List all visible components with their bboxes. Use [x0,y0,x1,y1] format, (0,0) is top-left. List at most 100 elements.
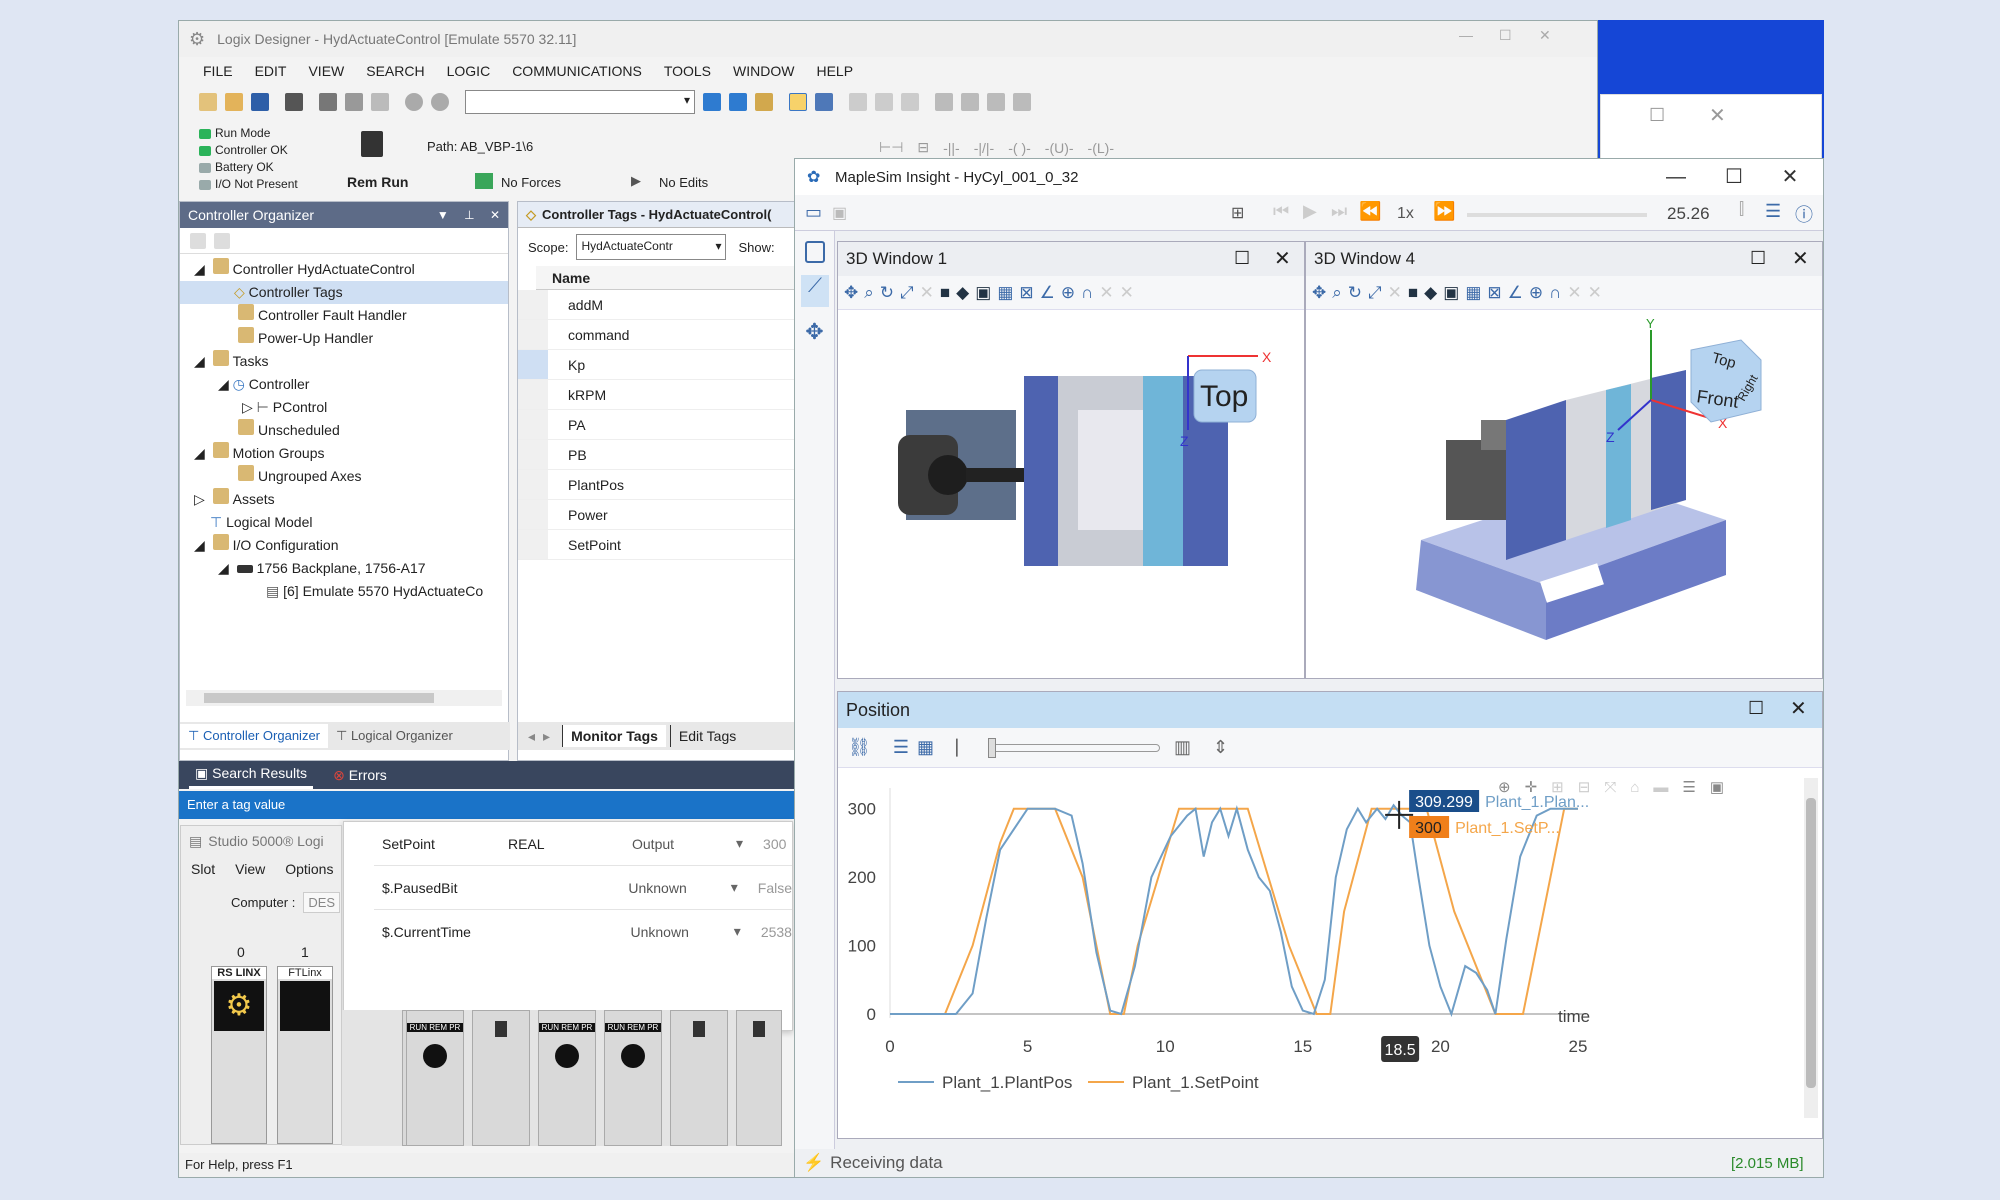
tree-item-powerup-handler[interactable]: Power-Up Handler [180,327,508,350]
menu-logic[interactable]: LOGIC [447,63,491,79]
save-disk-icon[interactable]: ▣ [832,203,847,223]
organizer-tool1-icon[interactable] [190,232,206,249]
tree-item-pcontrol[interactable]: ▷ ⊢ PControl [180,396,508,419]
tag-row[interactable]: kRPM [518,380,806,410]
3d-scene-iso-view[interactable]: Y X Z Top Front Right [1306,310,1822,678]
table-view-icon[interactable]: ▦ [917,737,934,758]
tab-scroll-right-icon[interactable]: ▸ [543,728,550,745]
tree-item-tasks[interactable]: ◢ Tasks [180,350,508,373]
menu-search[interactable]: SEARCH [366,63,424,79]
organizer-hscrollbar[interactable] [186,690,502,706]
logix-maximize-button[interactable]: ☐ [1499,27,1512,44]
skip-end-icon[interactable]: ⏭ [1331,201,1347,222]
keyswitch-icon[interactable] [423,1044,447,1068]
skip-start-icon[interactable]: ⏮ [1273,201,1289,222]
tree-item-controller-task[interactable]: ◢ ◷ Controller [180,373,508,396]
view-icon[interactable]: ▣ [1443,283,1459,303]
step-icon[interactable]: ⏩ [1433,201,1455,222]
tree-item-assets[interactable]: ▷ Assets [180,488,508,511]
position-chart[interactable]: 0 100 200 300 0 5 10 15 20 25 time Plant_1.PlantPos… [838,768,1822,1138]
axis-icon[interactable]: ∠ [1508,283,1523,303]
keyswitch-icon[interactable] [555,1044,579,1068]
chassis-slot[interactable] [736,1010,782,1146]
tree-item-fault-handler[interactable]: Controller Fault Handler [180,304,508,327]
module2-icon[interactable] [987,93,1005,111]
network-icon[interactable]: ⊞ [1231,203,1244,223]
cube-icon[interactable]: ■ [1408,283,1418,303]
rotate-icon[interactable]: ↻ [880,283,894,303]
organizer-pin-icon[interactable]: ⊥ [464,208,474,222]
3d-window-1-close-button[interactable]: ✕ [1274,246,1291,271]
tag-row[interactable]: addM [518,290,806,320]
keyswitch-icon[interactable] [621,1044,645,1068]
plot-vscroll-thumb[interactable] [1806,798,1816,1088]
tab-controller-organizer[interactable]: ⊤ Controller Organizer [180,724,328,748]
print-icon[interactable] [285,93,303,111]
tv-value[interactable]: 2538 [741,924,792,940]
tv-usage[interactable]: Unknown [618,880,730,896]
cursor-icon[interactable]: ⎸ [956,737,974,758]
tree-item-ungrouped-axes[interactable]: Ungrouped Axes [180,465,508,488]
range-slider[interactable] [988,737,1161,758]
shade-icon[interactable]: ◆ [956,283,969,303]
menu-help[interactable]: HELP [816,63,853,79]
menu-tools[interactable]: TOOLS [664,63,711,79]
end-marker-icon[interactable]: ▥ [1174,737,1191,758]
copy-icon[interactable] [345,93,363,111]
save-icon[interactable] [251,93,269,111]
3d-window-4-maximize-button[interactable]: ☐ [1750,248,1766,269]
tab-scroll-left-icon[interactable]: ◂ [528,728,535,745]
chassis-module[interactable]: RUN REM PR [406,1010,464,1146]
tv-value[interactable]: False [738,880,792,896]
pan-icon[interactable]: ✥ [844,283,858,303]
chevron-down-icon[interactable]: ▾ [734,923,741,940]
center-icon[interactable]: ⊕ [1061,283,1075,303]
maplesim-maximize-button[interactable]: ☐ [1711,159,1757,195]
module-icon[interactable] [961,93,979,111]
3d-scene-top-view[interactable]: X Z Top [838,310,1304,678]
tv-usage[interactable]: Unknown [620,924,733,940]
search-results-tab[interactable]: ▣ Search Results [189,761,314,789]
organizer-close-icon[interactable]: ✕ [490,208,500,222]
ladder-ote-icon[interactable]: -( )- [1008,140,1031,156]
plot-vscrollbar[interactable] [1804,778,1818,1118]
cube-icon[interactable]: ■ [940,283,950,303]
menu-window[interactable]: WINDOW [733,63,794,79]
studio-menu-view[interactable]: View [235,861,265,877]
tree-item-motion-groups[interactable]: ◢ Motion Groups [180,442,508,465]
background-close-button[interactable]: ✕ [1709,103,1726,128]
rotate-icon[interactable]: ↻ [1348,283,1362,303]
label-icon[interactable]: ⊠ [1019,283,1033,303]
fit-vertical-icon[interactable]: ⇕ [1213,737,1228,758]
tree-item-controller-tags[interactable]: ◇ Controller Tags [180,281,508,304]
chassis-slot[interactable] [472,1010,530,1146]
paste-icon[interactable] [371,93,389,111]
plot-icon[interactable]: ⟋ [801,275,829,307]
pan-icon[interactable]: ✥ [1312,283,1326,303]
speed-label[interactable]: 1x [1397,205,1414,223]
module3-icon[interactable] [1013,93,1031,111]
organizer-dropdown-icon[interactable]: ▼ [437,208,449,222]
logix-minimize-button[interactable]: — [1459,27,1473,43]
menu-file[interactable]: FILE [203,63,233,79]
rewind-icon[interactable]: ⏪ [1359,201,1381,222]
curve-icon[interactable]: ∩ [1549,283,1561,303]
logix-close-button[interactable]: ✕ [1539,27,1551,44]
grid-icon[interactable]: ▦ [997,283,1013,303]
verify-icon[interactable] [935,93,953,111]
replace-icon[interactable] [729,93,747,111]
position-plot-maximize-button[interactable]: ☐ [1748,698,1764,719]
legend-label[interactable]: Plant_1.PlantPos [942,1073,1072,1092]
time-slider[interactable] [1467,213,1647,217]
tab-monitor-tags[interactable]: Monitor Tags [562,725,666,747]
center-icon[interactable]: ⊕ [1529,283,1543,303]
tree-item-unscheduled[interactable]: Unscheduled [180,419,508,442]
tag-row[interactable]: command [518,320,806,350]
zoom-icon[interactable]: ⌕ [864,283,874,303]
studio-menu-slot[interactable]: Slot [191,861,215,877]
tree-item-io-configuration[interactable]: ◢ I/O Configuration [180,534,508,557]
tree-item-logical-model[interactable]: ⊤ Logical Model [180,511,508,534]
grid-icon[interactable]: ▦ [1465,283,1481,303]
ladder-otu-icon[interactable]: -(L)- [1088,140,1114,156]
ladder-rung-icon[interactable]: ⊢⊣ [879,139,903,156]
